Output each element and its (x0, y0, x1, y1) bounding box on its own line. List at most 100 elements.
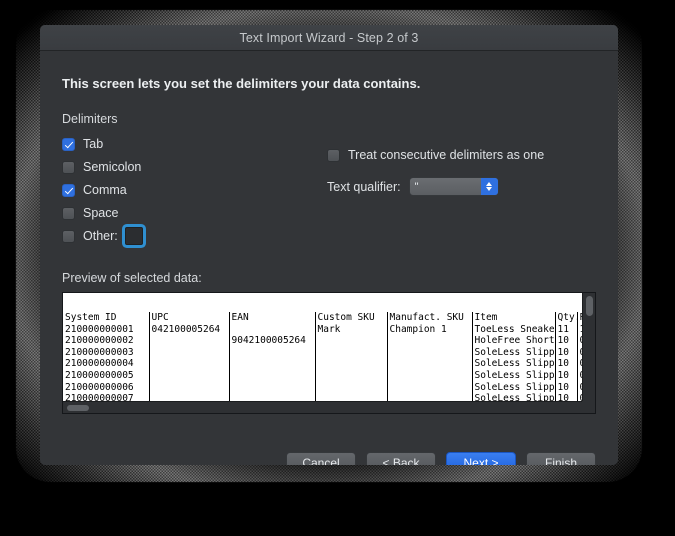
table-cell (386, 381, 473, 394)
text-qualifier-value: " (414, 180, 419, 193)
table-cell (386, 369, 473, 382)
checkbox-semicolon[interactable] (62, 160, 75, 174)
table-cell (386, 393, 473, 401)
table-cell: 9042100005264 (228, 335, 316, 347)
table-cell: 10 (554, 346, 578, 359)
table-cell: 210000000006 (63, 381, 150, 394)
table-cell: 11 (554, 323, 578, 336)
table-row: 210000000003SoleLess Slippers Black 8100 (63, 346, 582, 359)
table-cell: 210000000003 (63, 346, 150, 359)
consecutive-delimiters-row[interactable]: Treat consecutive delimiters as one (327, 144, 596, 166)
headline-text: This screen lets you set the delimiters … (62, 76, 421, 91)
table-cell (386, 335, 473, 347)
table-cell: 10 (554, 369, 578, 382)
dialog-button-bar: Cancel < Back Next > Finish (286, 452, 596, 465)
text-qualifier-combobox[interactable]: " (408, 177, 499, 196)
preview-scroll-area[interactable]: System ID UPC EAN Custom SKU Manufact. SKU It… (63, 293, 582, 401)
table-cell: 10 (554, 335, 578, 347)
finish-button[interactable]: Finish (526, 452, 596, 465)
delimiter-row-other[interactable]: Other: (62, 225, 327, 247)
table-cell (148, 358, 230, 370)
table-cell (386, 346, 473, 359)
checkbox-comma[interactable] (62, 183, 75, 197)
table-cell (148, 369, 230, 382)
table-cell (148, 393, 230, 401)
table-cell (148, 381, 230, 394)
column-header: Custom SKU (314, 312, 388, 324)
other-delimiter-wrap (124, 227, 143, 245)
table-cell: 210000000004 (63, 358, 150, 370)
delimiter-row-semicolon[interactable]: Semicolon (62, 156, 327, 178)
table-cell: 210000000005 (63, 369, 150, 382)
stepper-arrows-icon[interactable] (480, 178, 498, 195)
table-cell (228, 358, 316, 370)
checkbox-space[interactable] (62, 206, 75, 220)
table-row: 210000000006SoleLess Slippers Navy 8100 (63, 381, 582, 394)
delimiters-column: Tab Semicolon Comma Space Other: (62, 132, 327, 247)
cancel-button[interactable]: Cancel (286, 452, 356, 465)
options-column: Treat consecutive delimiters as one Text… (327, 132, 596, 247)
table-cell (228, 393, 316, 401)
column-header: Item (471, 312, 556, 324)
table-cell (314, 369, 388, 382)
checkbox-treat-consecutive[interactable] (327, 148, 340, 162)
preview-table: System ID UPC EAN Custom SKU Manufact. SKU It… (63, 312, 582, 401)
column-header: System ID (63, 312, 150, 324)
table-cell: ToeLess Sneakers (471, 323, 556, 336)
preview-vertical-scrollbar-thumb[interactable] (586, 296, 593, 316)
table-cell (314, 393, 388, 401)
table-cell: 210000000002 (63, 335, 150, 347)
screen: Text Import Wizard - Step 2 of 3 This sc… (0, 0, 675, 536)
dialog-body: This screen lets you set the delimiters … (40, 76, 618, 465)
checkbox-label-comma: Comma (83, 183, 127, 197)
column-header: Qty. (554, 312, 578, 324)
checkbox-label-other: Other: (83, 229, 118, 243)
table-row: 210000000004 SoleLess Slippers Black 8.51… (63, 358, 582, 370)
table-cell: 10 (554, 358, 578, 370)
title-bar: Text Import Wizard - Step 2 of 3 (40, 25, 618, 51)
checkbox-label-space: Space (83, 206, 119, 220)
window-title: Text Import Wizard - Step 2 of 3 (239, 30, 419, 45)
checkbox-tab[interactable] (62, 137, 75, 151)
delimiter-row-tab[interactable]: Tab (62, 133, 327, 155)
scrollbar-corner (582, 401, 595, 413)
table-cell: 210000000007 (63, 393, 150, 401)
table-cell (148, 335, 230, 347)
delimiters-group-label: Delimiters (62, 112, 118, 126)
table-cell: HoleFree Shorts (471, 335, 556, 347)
preview-horizontal-scrollbar[interactable] (63, 401, 582, 413)
table-cell (148, 346, 230, 359)
preview-box: System ID UPC EAN Custom SKU Manufact. SKU It… (62, 292, 596, 414)
other-delimiter-input[interactable] (124, 227, 143, 245)
table-cell (314, 335, 388, 347)
table-cell: SoleLess Slippers Navy 8.5 (471, 369, 556, 382)
text-import-wizard-dialog: Text Import Wizard - Step 2 of 3 This sc… (40, 25, 618, 465)
column-header: Manufact. SKU (386, 312, 473, 324)
delimiter-row-comma[interactable]: Comma (62, 179, 327, 201)
preview-top-blank-strip (63, 293, 582, 312)
table-cell (228, 369, 316, 382)
chevron-up-icon (486, 182, 493, 186)
table-cell: 042100005264 (148, 323, 230, 336)
table-cell (314, 358, 388, 370)
table-cell (314, 346, 388, 359)
table-cell: SoleLess Slippers Navy 8 (471, 381, 556, 394)
delimiter-row-space[interactable]: Space (62, 202, 327, 224)
table-cell: SoleLess Slippers Black 8 (471, 346, 556, 359)
table-row: 210000000001 042100005264 Mark Champion 1 To… (63, 323, 582, 336)
preview-horizontal-scrollbar-thumb[interactable] (67, 405, 89, 411)
column-header: EAN (228, 312, 316, 324)
next-button[interactable]: Next > (446, 452, 516, 465)
chevron-down-icon (486, 187, 493, 191)
table-cell: 210000000001 (63, 323, 150, 336)
table-row: 210000000007SoleLess Slippers White 8100 (63, 393, 582, 401)
back-button[interactable]: < Back (366, 452, 436, 465)
table-cell: Mark (314, 323, 388, 336)
checkbox-label-treat-consecutive: Treat consecutive delimiters as one (348, 148, 545, 162)
checkbox-other[interactable] (62, 229, 75, 243)
preview-vertical-scrollbar[interactable] (582, 293, 595, 401)
table-header-row: System ID UPC EAN Custom SKU Manufact. SKU It… (63, 312, 582, 324)
text-qualifier-label: Text qualifier: (327, 179, 401, 194)
table-cell: SoleLess Slippers White 8 (471, 393, 556, 401)
column-header: UPC (148, 312, 230, 324)
